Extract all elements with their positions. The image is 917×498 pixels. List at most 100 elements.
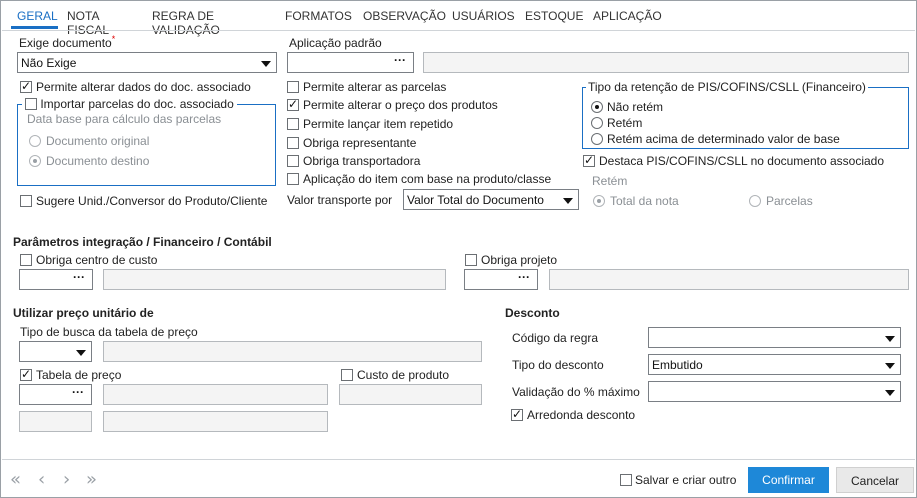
- sugere-unid-label: Sugere Unid./Conversor do Produto/Client…: [36, 194, 268, 208]
- codigo-regra-label: Código da regra: [512, 331, 599, 345]
- tab-regra-validacao[interactable]: REGRA DE VALIDAÇÃO: [152, 9, 220, 37]
- codigo-regra-select[interactable]: [648, 327, 901, 348]
- chevron-down-icon: [563, 198, 573, 204]
- preco-extra-description-field: [103, 411, 328, 432]
- projeto-code-field[interactable]: ···: [464, 269, 538, 290]
- permite-alterar-parcelas-checkbox[interactable]: [287, 81, 299, 93]
- permite-lancar-item-checkbox[interactable]: [287, 118, 299, 130]
- tipo-desconto-label: Tipo do desconto: [512, 358, 604, 372]
- custo-produto-checkbox[interactable]: [341, 369, 353, 381]
- tipo-retencao-title: Tipo da retenção de PIS/COFINS/CSLL (Fin…: [586, 80, 868, 94]
- total-da-nota-radio[interactable]: [593, 195, 605, 207]
- salvar-criar-outro-label: Salvar e criar outro: [635, 473, 737, 487]
- required-mark: *: [111, 34, 116, 44]
- aplicacao-padrao-code-field[interactable]: ···: [287, 52, 414, 73]
- salvar-criar-outro-checkbox[interactable]: [620, 474, 632, 486]
- exige-documento-value: Não Exige: [21, 56, 77, 70]
- tabela-preco-code-field[interactable]: ···: [19, 384, 92, 405]
- tab-estoque[interactable]: ESTOQUE: [525, 9, 583, 23]
- obriga-transportadora-checkbox[interactable]: [287, 155, 299, 167]
- tab-nota-fiscal[interactable]: NOTA FISCAL: [67, 9, 109, 37]
- dialog-window: GERAL NOTA FISCAL REGRA DE VALIDAÇÃO FOR…: [0, 0, 917, 498]
- next-record-icon[interactable]: ›: [63, 469, 70, 490]
- lookup-button[interactable]: ···: [66, 270, 92, 289]
- importar-parcelas-checkbox[interactable]: [25, 98, 37, 110]
- importar-parcelas-legend: Importar parcelas do doc. associado: [22, 97, 237, 111]
- exige-documento-select[interactable]: Não Exige: [17, 52, 277, 73]
- preco-section-title: Utilizar preço unitário de: [13, 306, 154, 320]
- last-record-icon[interactable]: »: [86, 469, 97, 490]
- tab-geral[interactable]: GERAL: [17, 9, 58, 23]
- chevron-down-icon: [885, 363, 895, 369]
- destaca-pis-label: Destaca PIS/COFINS/CSLL no documento ass…: [599, 154, 885, 168]
- tabela-preco-checkbox[interactable]: [20, 367, 32, 381]
- retem-acima-label: Retém acima de determinado valor de base: [607, 132, 840, 146]
- lookup-button[interactable]: ···: [511, 270, 537, 289]
- confirm-button[interactable]: Confirmar: [748, 467, 829, 493]
- total-da-nota-label: Total da nota: [610, 194, 679, 208]
- valor-transporte-label: Valor transporte por: [287, 193, 393, 207]
- tipo-busca-label: Tipo de busca da tabela de preço: [20, 325, 198, 339]
- retem-label: Retém: [592, 174, 628, 188]
- chevron-down-icon: [76, 350, 86, 356]
- integracao-section-title: Parâmetros integração / Financeiro / Con…: [13, 235, 272, 249]
- tipo-busca-description-field: [103, 341, 482, 362]
- obriga-centro-custo-label: Obriga centro de custo: [36, 253, 158, 267]
- tab-observacao[interactable]: OBSERVAÇÃO: [363, 9, 446, 23]
- aplicacao-padrao-description-field: [423, 52, 909, 73]
- validacao-label: Validação do % máximo: [512, 385, 640, 399]
- sugere-unid-checkbox[interactable]: [20, 195, 32, 207]
- tab-formatos[interactable]: FORMATOS: [285, 9, 352, 23]
- tab-aplicacao[interactable]: APLICAÇÃO: [593, 9, 662, 23]
- custo-produto-field: [339, 384, 482, 405]
- destaca-pis-checkbox[interactable]: [583, 153, 595, 167]
- nao-retem-radio[interactable]: [591, 101, 603, 113]
- data-base-label: Data base para cálculo das parcelas: [27, 112, 222, 126]
- tabela-preco-description-field: [103, 384, 328, 405]
- documento-original-radio[interactable]: [29, 135, 41, 147]
- tabela-preco-label: Tabela de preço: [36, 368, 122, 382]
- projeto-description-field: [549, 269, 909, 290]
- tipo-busca-select[interactable]: [19, 341, 92, 362]
- preco-extra-code-field: [19, 411, 92, 432]
- chevron-down-icon: [885, 390, 895, 396]
- permite-alterar-dados-label: Permite alterar dados do doc. associado: [36, 80, 251, 94]
- retem-radio[interactable]: [591, 117, 603, 129]
- active-tab-indicator: [11, 26, 58, 29]
- valor-transporte-select[interactable]: Valor Total do Documento: [403, 189, 579, 210]
- validacao-select[interactable]: [648, 381, 901, 402]
- aplicacao-item-checkbox[interactable]: [287, 173, 299, 185]
- lookup-button[interactable]: ···: [65, 385, 91, 404]
- footer-divider: [2, 459, 915, 460]
- aplicacao-padrao-label: Aplicação padrão: [289, 36, 382, 50]
- obriga-representante-label: Obriga representante: [303, 136, 417, 150]
- obriga-projeto-label: Obriga projeto: [481, 253, 558, 267]
- parcelas-radio[interactable]: [749, 195, 761, 207]
- arredonda-desconto-label: Arredonda desconto: [527, 408, 636, 422]
- documento-destino-label: Documento destino: [46, 154, 150, 168]
- obriga-centro-custo-checkbox[interactable]: [20, 254, 32, 266]
- lookup-button[interactable]: ···: [387, 53, 413, 72]
- desconto-section-title: Desconto: [505, 306, 560, 320]
- first-record-icon[interactable]: «: [10, 469, 21, 490]
- tab-usuarios[interactable]: USUÁRIOS: [452, 9, 515, 23]
- previous-record-icon[interactable]: ‹: [38, 469, 45, 490]
- arredonda-desconto-checkbox[interactable]: [511, 407, 523, 421]
- permite-alterar-preco-checkbox[interactable]: [287, 97, 299, 111]
- chevron-down-icon: [261, 61, 271, 67]
- tipo-desconto-select[interactable]: Embutido: [648, 354, 901, 375]
- chevron-down-icon: [885, 336, 895, 342]
- cancel-button[interactable]: Cancelar: [836, 467, 914, 493]
- retem-acima-radio[interactable]: [591, 133, 603, 145]
- permite-alterar-preco-label: Permite alterar o preço dos produtos: [303, 98, 498, 112]
- obriga-projeto-checkbox[interactable]: [465, 254, 477, 266]
- obriga-representante-checkbox[interactable]: [287, 137, 299, 149]
- permite-alterar-dados-checkbox[interactable]: [20, 79, 32, 93]
- custo-produto-label: Custo de produto: [357, 368, 450, 382]
- documento-destino-radio[interactable]: [29, 155, 41, 167]
- centro-custo-code-field[interactable]: ···: [19, 269, 93, 290]
- valor-transporte-value: Valor Total do Documento: [407, 193, 544, 207]
- centro-custo-description-field: [103, 269, 446, 290]
- obriga-transportadora-label: Obriga transportadora: [303, 154, 421, 168]
- nao-retem-label: Não retém: [607, 100, 664, 114]
